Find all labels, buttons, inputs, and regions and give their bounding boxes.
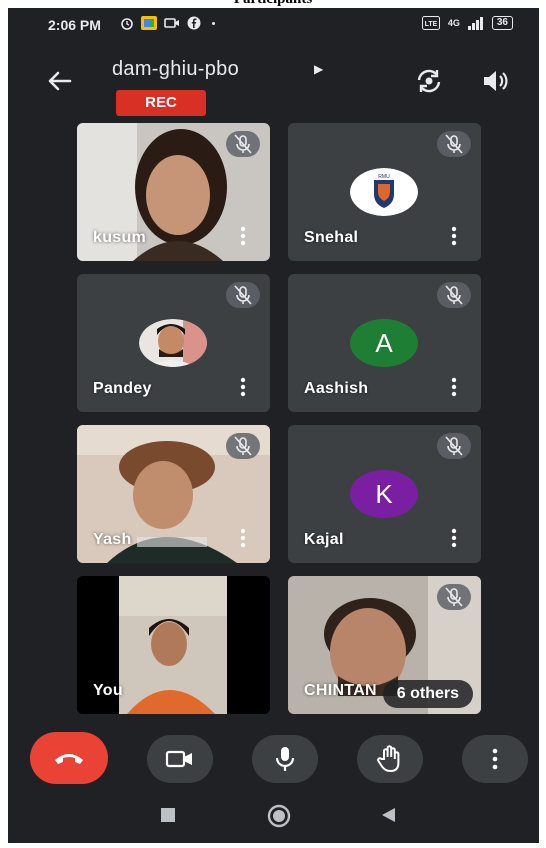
profile-photo-avatar xyxy=(139,319,207,367)
more-vert-icon[interactable] xyxy=(445,376,463,398)
more-vert-icon[interactable] xyxy=(445,225,463,247)
participant-tile-snehal[interactable]: RMU Snehal xyxy=(288,123,481,261)
logo-text: RMU xyxy=(378,174,390,180)
participant-name: kusum xyxy=(93,229,147,246)
call-header: dam-ghiu-pbo ▶ REC xyxy=(8,42,539,122)
mic-off-icon xyxy=(234,134,252,154)
alarm-icon xyxy=(121,18,133,30)
microphone-toggle-button[interactable] xyxy=(252,735,318,783)
participant-name: Snehal xyxy=(304,229,359,246)
camera-toggle-button[interactable] xyxy=(147,735,213,783)
svg-text:LTE: LTE xyxy=(425,21,438,28)
facebook-icon xyxy=(187,16,201,30)
participant-tile-kajal[interactable]: K Kajal xyxy=(288,425,481,563)
page-header: Participants xyxy=(0,0,546,8)
chevron-right-icon[interactable]: ▶ xyxy=(314,62,323,76)
volte-icon: LTE xyxy=(421,16,440,30)
more-vert-icon[interactable] xyxy=(234,527,252,549)
more-notifications-dot xyxy=(212,21,215,25)
meet-app-icon xyxy=(141,16,157,30)
organization-logo-avatar: RMU xyxy=(350,168,418,216)
muted-indicator xyxy=(226,282,260,308)
muted-indicator xyxy=(437,433,471,459)
end-call-button[interactable] xyxy=(30,732,108,784)
participant-name: CHINTAN xyxy=(304,682,377,699)
more-vert-icon xyxy=(492,748,498,770)
notification-icons xyxy=(120,16,215,30)
speaker-icon[interactable] xyxy=(478,64,512,98)
participant-tile-yash[interactable]: Yash xyxy=(77,425,270,563)
others-count-chip[interactable]: 6 others xyxy=(382,680,473,708)
home-circle-icon[interactable] xyxy=(266,803,292,829)
raise-hand-button[interactable] xyxy=(357,735,423,783)
muted-indicator xyxy=(437,282,471,308)
signal-icon xyxy=(467,16,483,30)
more-vert-icon[interactable] xyxy=(234,376,252,398)
participant-tile-aashish[interactable]: A Aashish xyxy=(288,274,481,412)
meeting-title[interactable]: dam-ghiu-pbo xyxy=(112,58,239,81)
status-time: 2:06 PM xyxy=(48,17,101,33)
hang-up-icon xyxy=(55,754,83,764)
hand-icon xyxy=(377,745,400,773)
page-header-text: Participants xyxy=(0,0,546,8)
recents-square-icon[interactable] xyxy=(159,806,177,824)
participant-tile-chintan[interactable]: CHINTAN 6 others xyxy=(288,576,481,714)
participant-tile-kusum[interactable]: kusum xyxy=(77,123,270,261)
muted-indicator xyxy=(437,584,471,610)
status-bar: 2:06 PM LTE 4G 36 xyxy=(8,8,539,42)
video-notification-icon xyxy=(164,18,179,28)
mic-off-icon xyxy=(234,285,252,305)
participant-tile-self[interactable]: You xyxy=(77,576,270,714)
battery-level: 36 xyxy=(491,16,513,30)
mic-off-icon xyxy=(234,436,252,456)
participant-name: Yash xyxy=(93,531,132,548)
initial-avatar: A xyxy=(350,319,418,367)
participant-name: Aashish xyxy=(304,380,369,397)
more-vert-icon[interactable] xyxy=(234,225,252,247)
mic-off-icon xyxy=(445,436,463,456)
initial-avatar: K xyxy=(350,470,418,518)
back-triangle-icon[interactable] xyxy=(380,806,398,824)
muted-indicator xyxy=(437,131,471,157)
participant-name: Pandey xyxy=(93,380,152,397)
recording-badge: REC xyxy=(116,90,206,116)
status-right: LTE 4G 36 xyxy=(421,16,513,30)
mic-off-icon xyxy=(445,587,463,607)
participant-name: Kajal xyxy=(304,531,344,548)
more-options-button[interactable] xyxy=(462,735,528,783)
call-controls xyxy=(8,732,539,792)
mic-off-icon xyxy=(445,285,463,305)
participant-name: You xyxy=(93,682,123,699)
muted-indicator xyxy=(226,433,260,459)
mic-icon xyxy=(275,747,295,771)
back-arrow-icon[interactable] xyxy=(44,66,74,96)
participant-tile-pandey[interactable]: Pandey xyxy=(77,274,270,412)
phone-screen: 2:06 PM LTE 4G 36 dam-ghiu-pbo ▶ REC kus… xyxy=(8,8,539,843)
videocam-icon xyxy=(165,750,192,768)
mic-off-icon xyxy=(445,134,463,154)
switch-camera-icon[interactable] xyxy=(412,64,446,98)
android-nav-bar xyxy=(8,798,539,838)
more-vert-icon[interactable] xyxy=(445,527,463,549)
network-label: 4G xyxy=(447,18,460,28)
muted-indicator xyxy=(226,131,260,157)
